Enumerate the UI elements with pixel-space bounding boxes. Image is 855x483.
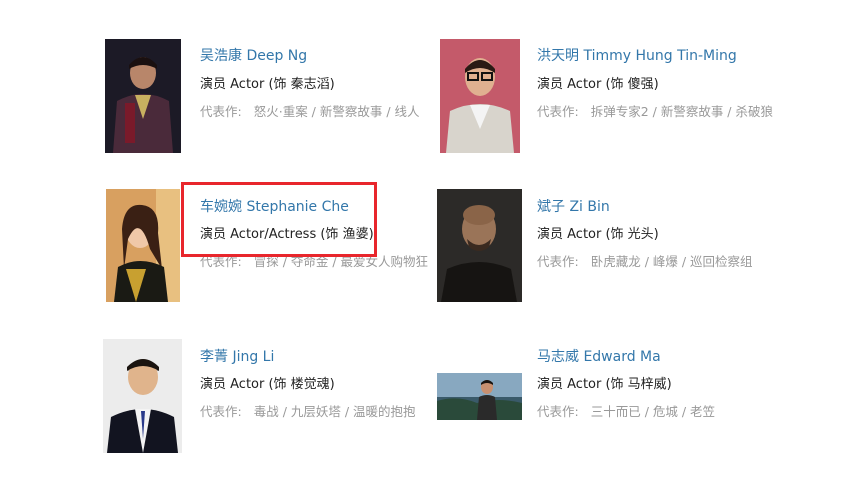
actor-role: 演员 Actor/Actress (饰 渔婆) xyxy=(200,227,374,242)
representative-works: 代表作: 怒火·重案 / 新警察故事 / 线人 xyxy=(200,102,435,122)
representative-works: 代表作: 拆弹专家2 / 新警察故事 / 杀破狼 xyxy=(537,102,777,122)
person-photo-icon xyxy=(106,189,180,302)
actor-name-link[interactable]: 洪天明 Timmy Hung Tin-Ming xyxy=(537,47,737,65)
works-label: 代表作: xyxy=(200,254,242,269)
actor-photo[interactable] xyxy=(437,373,522,420)
actor-role: 演员 Actor (饰 傻强) xyxy=(537,77,659,92)
person-photo-icon xyxy=(437,189,522,302)
works-label: 代表作: xyxy=(537,254,579,269)
actor-name-link[interactable]: 斌子 Zi Bin xyxy=(537,198,610,216)
actor-name-link[interactable]: 吴浩康 Deep Ng xyxy=(200,47,307,65)
works-links[interactable]: 三十而已 / 危城 / 老笠 xyxy=(591,404,715,419)
actor-photo[interactable] xyxy=(440,39,520,153)
actor-name-link[interactable]: 李菁 Jing Li xyxy=(200,348,274,366)
person-photo-icon xyxy=(105,39,181,153)
highlight-box xyxy=(181,182,377,257)
person-photo-icon xyxy=(437,373,522,420)
works-label: 代表作: xyxy=(200,104,242,119)
works-links[interactable]: 卧虎藏龙 / 峰爆 / 巡回检察组 xyxy=(591,254,753,269)
representative-works: 代表作: 卧虎藏龙 / 峰爆 / 巡回检察组 xyxy=(537,252,797,272)
representative-works: 代表作: 三十而已 / 危城 / 老笠 xyxy=(537,402,797,422)
works-label: 代表作: xyxy=(200,404,242,419)
actor-role: 演员 Actor (饰 光头) xyxy=(537,227,659,242)
representative-works: 代表作: 冒探 / 夺命金 / 最爱女人购物狂 xyxy=(200,252,440,272)
actor-role: 演员 Actor (饰 秦志滔) xyxy=(200,77,335,92)
actor-name-link[interactable]: 马志威 Edward Ma xyxy=(537,348,661,366)
actor-photo[interactable] xyxy=(105,39,181,153)
works-links[interactable]: 冒探 / 夺命金 / 最爱女人购物狂 xyxy=(254,254,428,269)
person-photo-icon xyxy=(103,339,182,453)
representative-works: 代表作: 毒战 / 九层妖塔 / 温暖的抱抱 xyxy=(200,402,440,422)
actor-name-link[interactable]: 车婉婉 Stephanie Che xyxy=(200,198,349,216)
actor-role: 演员 Actor (饰 马梓威) xyxy=(537,377,672,392)
works-links[interactable]: 怒火·重案 / 新警察故事 / 线人 xyxy=(254,104,420,119)
actor-photo[interactable] xyxy=(437,189,522,302)
actor-role: 演员 Actor (饰 楼觉魂) xyxy=(200,377,335,392)
actor-photo[interactable] xyxy=(103,339,182,453)
actor-photo[interactable] xyxy=(106,189,180,302)
works-label: 代表作: xyxy=(537,404,579,419)
works-label: 代表作: xyxy=(537,104,579,119)
works-links[interactable]: 毒战 / 九层妖塔 / 温暖的抱抱 xyxy=(254,404,416,419)
person-photo-icon xyxy=(440,39,520,153)
works-links[interactable]: 拆弹专家2 / 新警察故事 / 杀破狼 xyxy=(591,104,773,119)
